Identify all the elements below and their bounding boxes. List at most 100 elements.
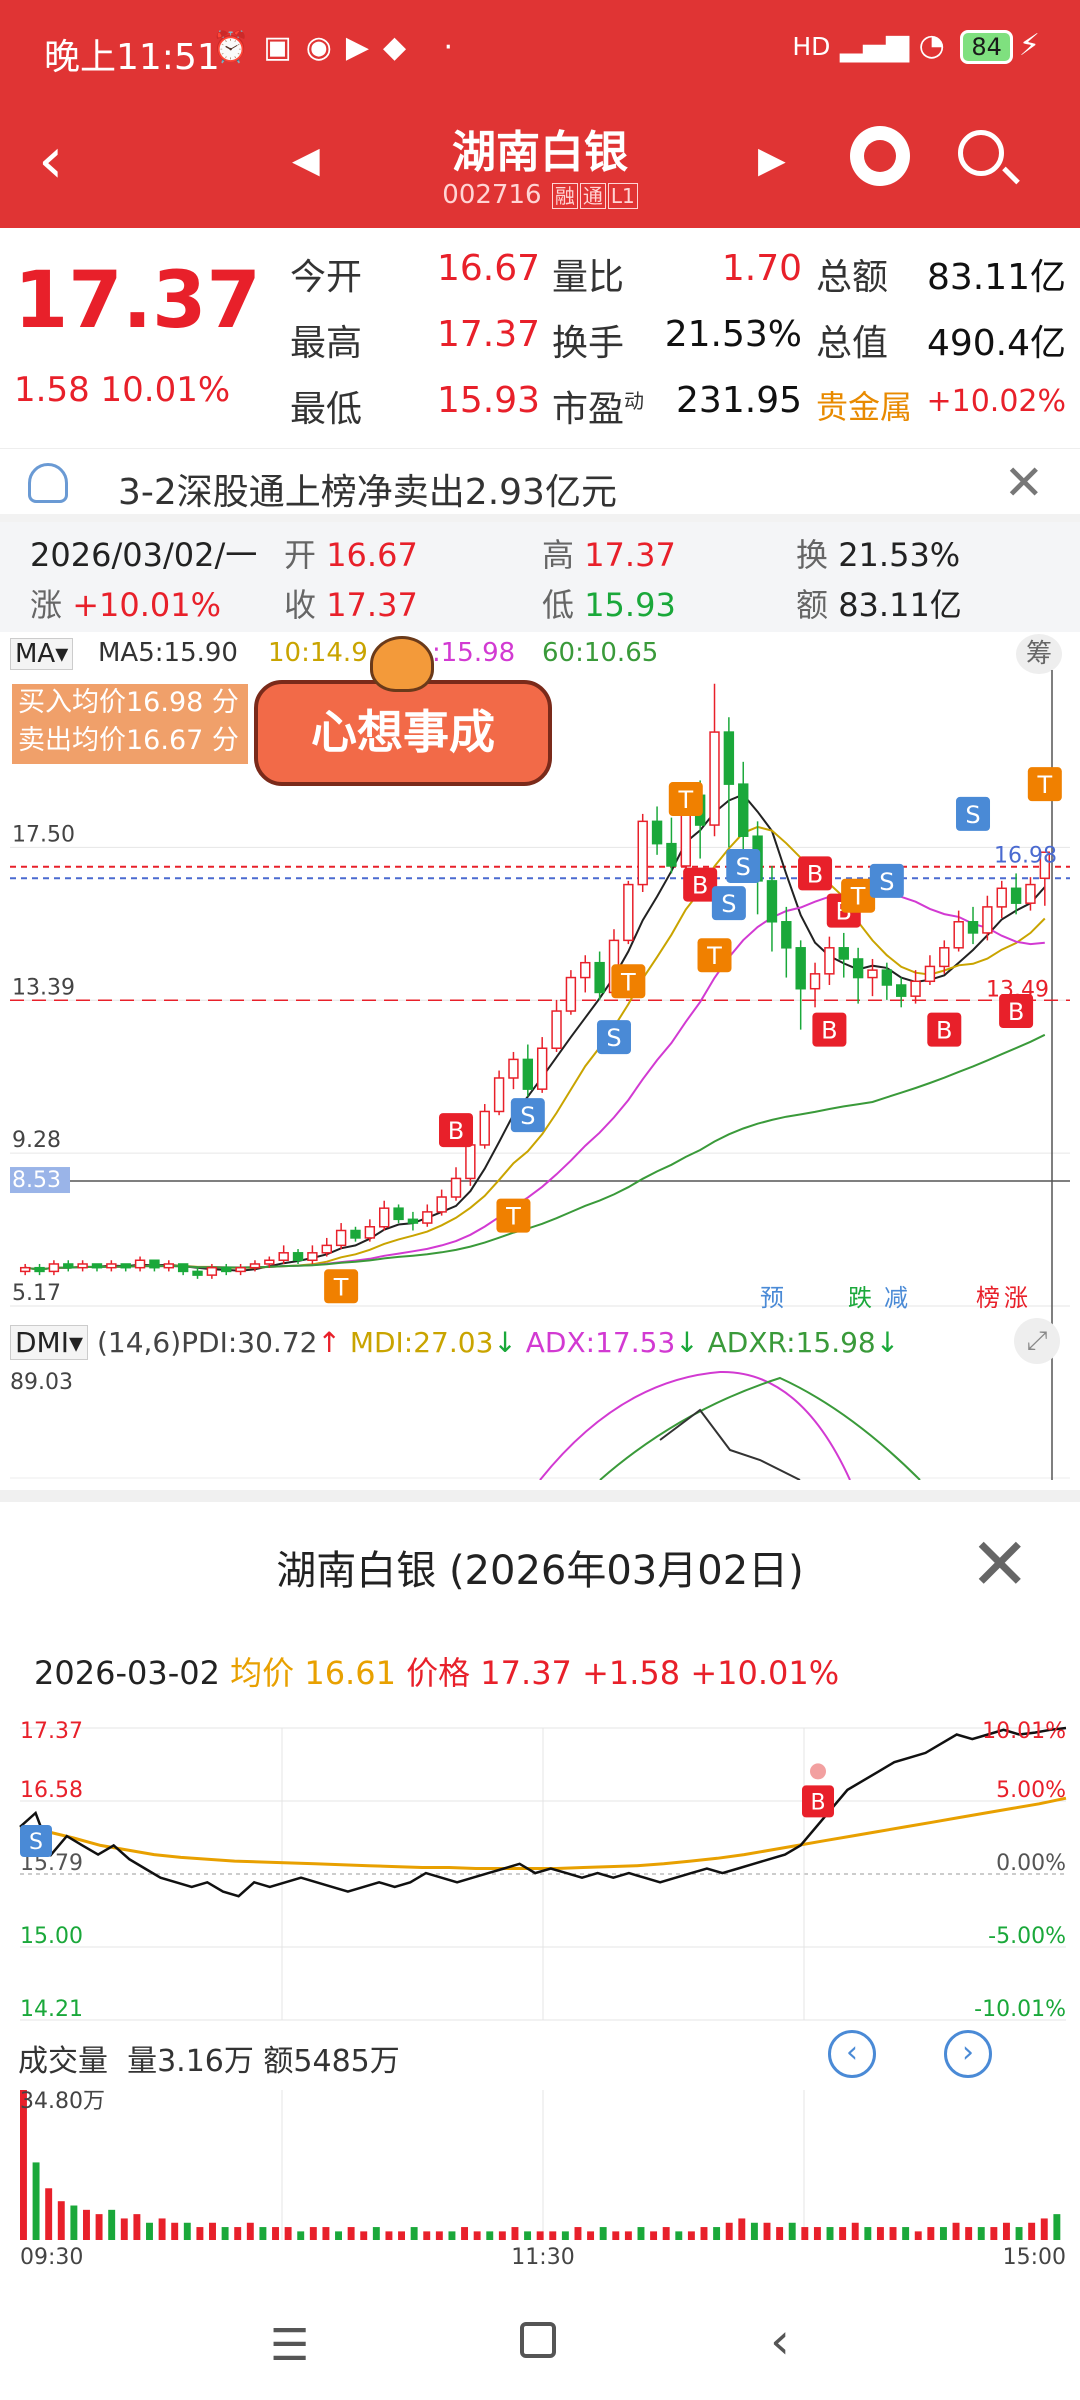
menu-icon[interactable]: ☰ bbox=[270, 2320, 309, 2371]
back-icon[interactable]: ‹ bbox=[770, 2312, 790, 2370]
volume-bar bbox=[725, 2222, 733, 2240]
close-icon[interactable]: ✕ bbox=[970, 1522, 1030, 1606]
candle-body bbox=[422, 1211, 433, 1224]
trade-marker-label: S bbox=[721, 890, 736, 918]
candle-body bbox=[536, 1047, 548, 1090]
volume-bar bbox=[637, 2227, 645, 2240]
volume-bar bbox=[1040, 2218, 1048, 2240]
candle-body bbox=[766, 880, 778, 923]
kline-open: 开 16.67 bbox=[284, 536, 418, 574]
pdi-line bbox=[659, 1408, 801, 1480]
stock-name: 湖南白银 bbox=[452, 127, 628, 178]
sector-change[interactable]: +10.02% bbox=[920, 384, 1066, 419]
intraday-chart[interactable]: 17.3716.5815.7915.0014.2110.01%5.00%0.00… bbox=[0, 1710, 1080, 2030]
volume-bar bbox=[876, 2227, 884, 2240]
home-icon[interactable] bbox=[520, 2322, 556, 2358]
next-day-icon[interactable]: › bbox=[944, 2030, 992, 2078]
trade-marker-label: S bbox=[520, 1102, 535, 1130]
vol-ratio-label: 量比 bbox=[552, 257, 625, 298]
volume-bar bbox=[461, 2227, 469, 2240]
dash-price-tag: 13.49 bbox=[986, 977, 1049, 1002]
expand-icon[interactable]: ⤢ bbox=[1014, 1318, 1060, 1364]
adxr-line bbox=[599, 1376, 921, 1480]
candle-body bbox=[335, 1229, 347, 1247]
assistant-icon[interactable] bbox=[850, 126, 910, 186]
ma20-line bbox=[25, 893, 1045, 1271]
trade-marker-label: T bbox=[505, 1203, 521, 1231]
y-left-label: 17.37 bbox=[20, 1719, 83, 1744]
candle-body bbox=[307, 1252, 318, 1261]
y-axis-label: 17.50 bbox=[12, 822, 75, 847]
trade-marker-label: S bbox=[736, 853, 751, 881]
tiger-mascot-icon[interactable] bbox=[370, 636, 434, 692]
candle-body bbox=[450, 1177, 462, 1198]
mcap-value: 490.4亿 bbox=[926, 323, 1066, 364]
volume-bar bbox=[524, 2231, 532, 2240]
notice-text[interactable]: 3-2深股通上榜净卖出2.93亿元 bbox=[118, 463, 617, 515]
event-marker: 预 bbox=[760, 1284, 784, 1312]
sector-label[interactable]: 贵金属 bbox=[816, 382, 912, 428]
candle-body bbox=[278, 1252, 289, 1261]
search-icon[interactable] bbox=[958, 130, 1004, 176]
notice-bar[interactable]: 3-2深股通上榜净卖出2.93亿元 ✕ bbox=[0, 448, 1080, 522]
volume-bar bbox=[45, 2188, 53, 2240]
high-value: 17.37 bbox=[436, 314, 540, 355]
y-right-label: 0.00% bbox=[996, 1851, 1066, 1876]
volume-bar bbox=[776, 2227, 784, 2240]
kline-info-panel: 2026/03/02/一 开 16.67 高 17.37 换 21.53% 涨 … bbox=[0, 522, 1080, 632]
volume-bar bbox=[83, 2209, 90, 2240]
volume-bar bbox=[108, 2209, 116, 2240]
volume-bar bbox=[209, 2222, 216, 2240]
volume-bar bbox=[826, 2227, 834, 2240]
volume-bar bbox=[650, 2231, 658, 2240]
candle-body bbox=[666, 842, 677, 867]
volume-bar bbox=[561, 2231, 569, 2240]
volume-chart[interactable]: 34.80万 09:30 11:30 15:00 bbox=[0, 2080, 1080, 2270]
candle-body bbox=[120, 1263, 131, 1269]
intraday-summary: 2026-03-02 均价 16.61 价格 17.37 +1.58 +10.0… bbox=[34, 1654, 840, 1692]
candle-body bbox=[206, 1266, 218, 1276]
lucky-banner[interactable]: 心想事成 bbox=[254, 680, 552, 786]
volume-bar bbox=[284, 2227, 292, 2240]
volume-bar bbox=[309, 2227, 317, 2240]
open-label: 今开 bbox=[290, 257, 363, 298]
candle-body bbox=[508, 1058, 519, 1079]
y-right-label: -5.00% bbox=[988, 1924, 1066, 1949]
next-stock-icon[interactable]: ▶ bbox=[758, 140, 786, 181]
candle-body bbox=[235, 1266, 246, 1273]
y-right-label: -10.01% bbox=[974, 1997, 1066, 2022]
candle-body bbox=[623, 883, 634, 942]
prev-day-icon[interactable]: ‹ bbox=[828, 2030, 876, 2078]
low-value: 15.93 bbox=[436, 380, 540, 421]
buy-point bbox=[810, 1763, 826, 1780]
volume-bar bbox=[234, 2227, 242, 2240]
candle-body bbox=[896, 984, 907, 997]
volume-bar bbox=[624, 2231, 632, 2240]
candle-body bbox=[77, 1263, 88, 1269]
candle-body bbox=[709, 731, 720, 826]
volume-bar bbox=[1002, 2222, 1010, 2240]
dmi-selector[interactable]: DMI▾ bbox=[10, 1325, 89, 1360]
volume-bar bbox=[662, 2227, 670, 2240]
volume-bar bbox=[851, 2222, 859, 2240]
candle-body bbox=[738, 783, 749, 837]
y-left-label: 15.00 bbox=[20, 1924, 83, 1949]
volume-bar bbox=[423, 2231, 431, 2240]
candle-body bbox=[493, 1077, 505, 1113]
volume-bar bbox=[272, 2227, 279, 2240]
volume-bar bbox=[473, 2231, 481, 2240]
volume-bar bbox=[95, 2214, 103, 2240]
candle-body bbox=[321, 1244, 332, 1254]
volume-bar bbox=[133, 2214, 141, 2240]
volume-bar bbox=[788, 2222, 796, 2240]
status-time: 晚上11:51 bbox=[44, 37, 220, 78]
kline-rise: 涨 +10.01% bbox=[30, 586, 222, 624]
candle-body bbox=[91, 1263, 103, 1269]
candle-body bbox=[177, 1263, 189, 1273]
close-icon[interactable]: ✕ bbox=[1004, 455, 1044, 511]
dmi-top-value: 89.03 bbox=[10, 1370, 73, 1395]
candle-body bbox=[163, 1263, 174, 1269]
notification-icons: ⏰▣◉▶◆ · bbox=[212, 30, 468, 65]
candle-body bbox=[594, 961, 605, 994]
volume-bar bbox=[801, 2227, 809, 2240]
